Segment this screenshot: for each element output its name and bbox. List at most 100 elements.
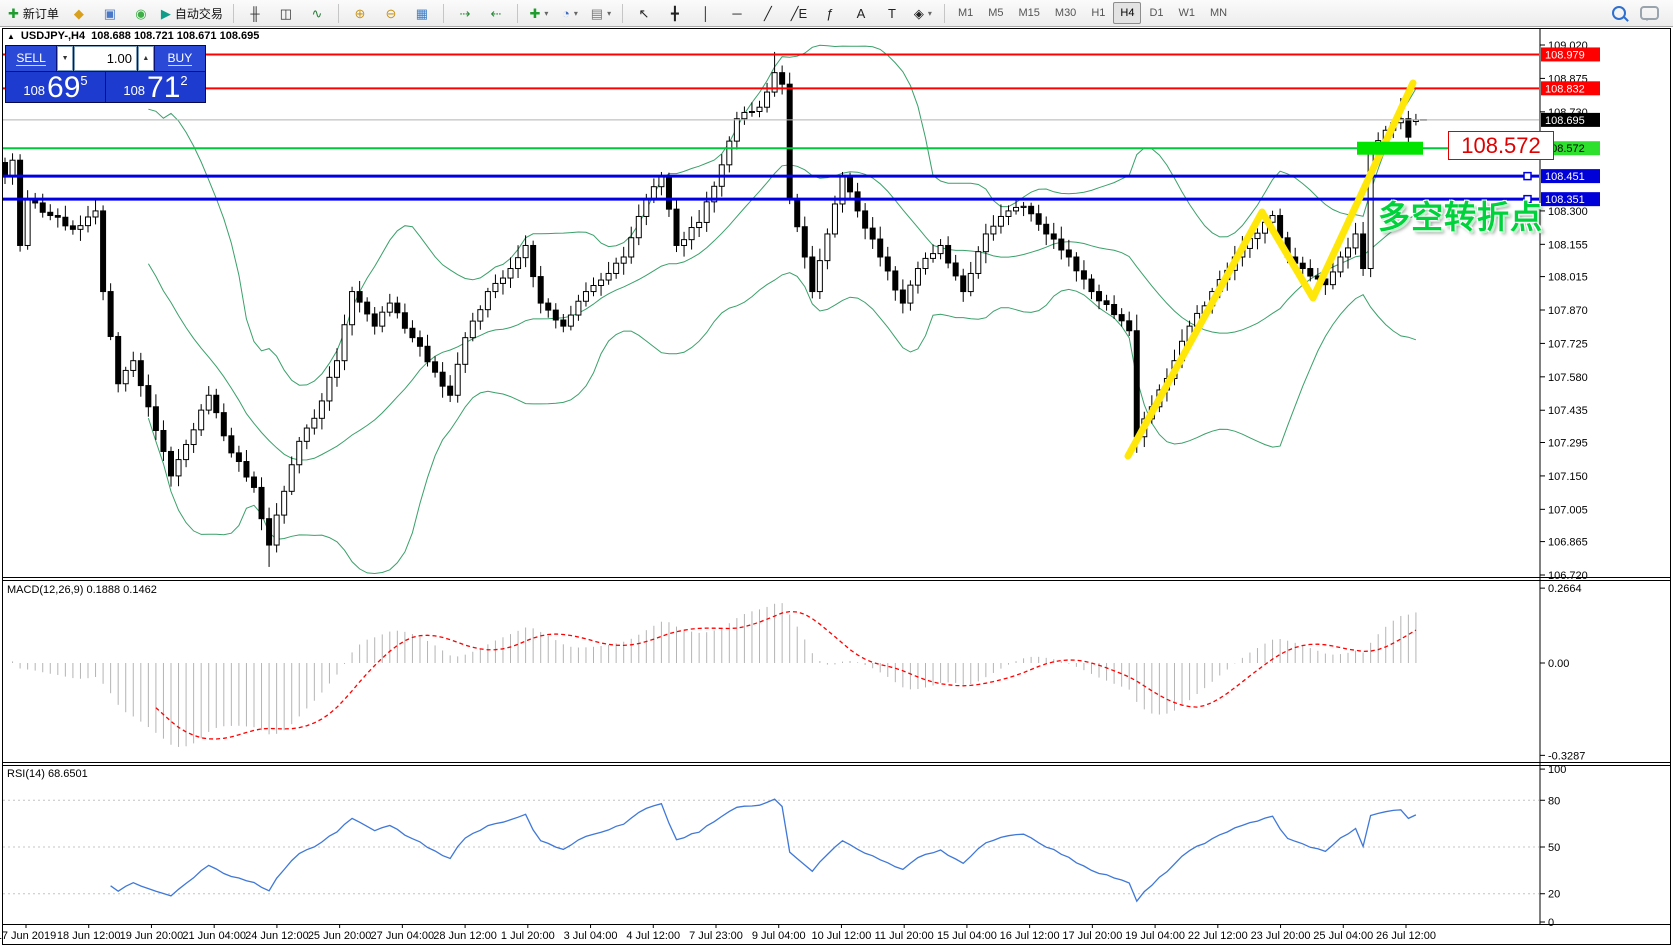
crosshair-tool-button[interactable]: ╋ — [660, 1, 690, 25]
candle-body — [297, 441, 302, 464]
tab-timeframe-mn[interactable]: MN — [1203, 2, 1234, 24]
candle-body — [825, 234, 830, 261]
collapse-triangle-icon[interactable]: ▲ — [7, 32, 15, 41]
macd-tick-label: 0.2664 — [1548, 583, 1582, 595]
arrows-icon: ◈ — [914, 7, 924, 20]
chat-icon[interactable] — [1640, 6, 1659, 20]
candle-body — [282, 491, 287, 515]
toolbar-separator — [517, 4, 518, 23]
candle-body — [727, 141, 732, 165]
candle-body — [704, 202, 709, 223]
macd-indicator-label: MACD(12,26,9) 0.1888 0.1462 — [7, 584, 157, 596]
horizontal-line-tool-button[interactable]: ─ — [722, 1, 752, 25]
sell-price-prefix: 108 — [23, 83, 45, 98]
candle-body — [440, 372, 445, 386]
candle-body — [614, 263, 619, 273]
volume-decrease-button[interactable]: ▼ — [57, 46, 73, 71]
text-tool-button[interactable]: A — [846, 1, 876, 25]
templates-button[interactable]: ▤▾ — [586, 1, 616, 25]
trendline-tool-button[interactable]: ╱ — [753, 1, 783, 25]
volume-increase-button[interactable]: ▲ — [138, 46, 154, 71]
tab-timeframe-w1[interactable]: W1 — [1172, 2, 1203, 24]
candle-body — [591, 286, 596, 292]
signals-button[interactable]: ◉ — [126, 1, 156, 25]
channel-icon: ╱E — [791, 7, 808, 20]
candle-body — [508, 269, 513, 279]
candle-body — [493, 283, 498, 291]
cursor-icon: ↖ — [638, 7, 649, 20]
tab-timeframe-d1[interactable]: D1 — [1142, 2, 1170, 24]
fibonacci-tool-button[interactable]: ƒ — [815, 1, 845, 25]
rsi-tick-label: 50 — [1548, 842, 1560, 854]
autotrading-button[interactable]: ▶自动交易 — [157, 1, 227, 25]
text-label-tool-button[interactable]: T — [877, 1, 907, 25]
tab-timeframe-h4[interactable]: H4 — [1113, 2, 1141, 24]
candle-body — [697, 222, 702, 227]
bar-chart-mode-button[interactable]: ╫ — [240, 1, 270, 25]
turning-point-annotation[interactable]: 多空转折点 — [1378, 192, 1543, 238]
volume-input[interactable] — [74, 46, 137, 71]
buy-price[interactable]: 108712 — [106, 72, 205, 102]
buy-button[interactable]: BUY — [155, 46, 205, 71]
line-chart-mode-button[interactable]: ∿ — [302, 1, 332, 25]
sell-button-label: SELL — [16, 52, 45, 66]
candle-body — [327, 377, 332, 401]
candle-body — [123, 370, 128, 383]
buy-price-main: 71 — [147, 74, 180, 101]
candle-body — [1021, 206, 1026, 207]
rsi-tick-label: 80 — [1548, 795, 1560, 807]
tab-timeframe-m5[interactable]: M5 — [981, 2, 1010, 24]
tile-windows-button[interactable]: ▦ — [407, 1, 437, 25]
panel-separator[interactable] — [2, 765, 1671, 766]
vertical-line-tool-button[interactable]: │ — [691, 1, 721, 25]
equidistant-channel-tool-button[interactable]: ╱E — [784, 1, 814, 25]
sell-button[interactable]: SELL — [6, 46, 56, 71]
support-highlight-bar[interactable] — [1357, 142, 1423, 155]
candle-body — [983, 234, 988, 252]
zoom-in-button[interactable]: ⊕ — [345, 1, 375, 25]
time-tick-label: 28 Jun 12:00 — [433, 930, 497, 942]
candle-body — [651, 187, 656, 200]
mql-community-button[interactable]: ▣ — [95, 1, 125, 25]
chart-ohlc-values: 108.688 108.721 108.671 108.695 — [91, 30, 259, 42]
chart-canvas[interactable]: 109.020108.875108.730108.300108.155108.0… — [0, 0, 1673, 946]
rsi-tick-label: 100 — [1548, 764, 1566, 776]
cursor-tool-button[interactable]: ↖ — [629, 1, 659, 25]
candle-body — [470, 321, 475, 338]
candle-body — [1127, 321, 1132, 331]
new-order-button[interactable]: ✚新订单 — [4, 1, 63, 25]
candle-body — [538, 277, 543, 304]
add-indicator-icon: ✚ — [529, 7, 540, 20]
tab-timeframe-m15[interactable]: M15 — [1012, 2, 1047, 24]
tab-timeframe-h1[interactable]: H1 — [1084, 2, 1112, 24]
candle-body — [516, 258, 521, 269]
panel-separator[interactable] — [2, 762, 1671, 763]
chevron-down-icon: ▾ — [928, 9, 932, 18]
candle-body — [1104, 301, 1109, 305]
chart-shift-button[interactable]: ⇠ — [481, 1, 511, 25]
periods-button[interactable]: ◔▾ — [555, 1, 585, 25]
candle-body — [1029, 206, 1034, 213]
price-tick-label: 107.580 — [1548, 372, 1588, 384]
candle-body — [10, 160, 15, 176]
arrows-tool-button[interactable]: ◈▾ — [908, 1, 938, 25]
tab-timeframe-m1[interactable]: M1 — [951, 2, 980, 24]
panel-separator[interactable] — [2, 577, 1671, 578]
time-tick-label: 9 Jul 04:00 — [752, 930, 806, 942]
search-icon[interactable] — [1612, 6, 1626, 20]
candlestick-mode-button[interactable]: ◫ — [271, 1, 301, 25]
zoom-out-button[interactable]: ⊖ — [376, 1, 406, 25]
sell-price[interactable]: 108695 — [6, 72, 105, 102]
quotes-pointer-button[interactable]: ◆ — [64, 1, 94, 25]
price-tag-108572[interactable]: 108.572 — [1448, 131, 1554, 160]
line-handle[interactable] — [1524, 173, 1531, 180]
candle-body — [274, 515, 279, 545]
candle-body — [1097, 292, 1102, 301]
auto-scroll-button[interactable]: ⇢ — [450, 1, 480, 25]
price-tick-label: 107.005 — [1548, 504, 1588, 516]
tab-timeframe-m30[interactable]: M30 — [1048, 2, 1083, 24]
candle-body — [1044, 224, 1049, 234]
candle-body — [546, 303, 551, 310]
add-indicator-button[interactable]: ✚▾ — [524, 1, 554, 25]
panel-separator[interactable] — [2, 580, 1671, 581]
